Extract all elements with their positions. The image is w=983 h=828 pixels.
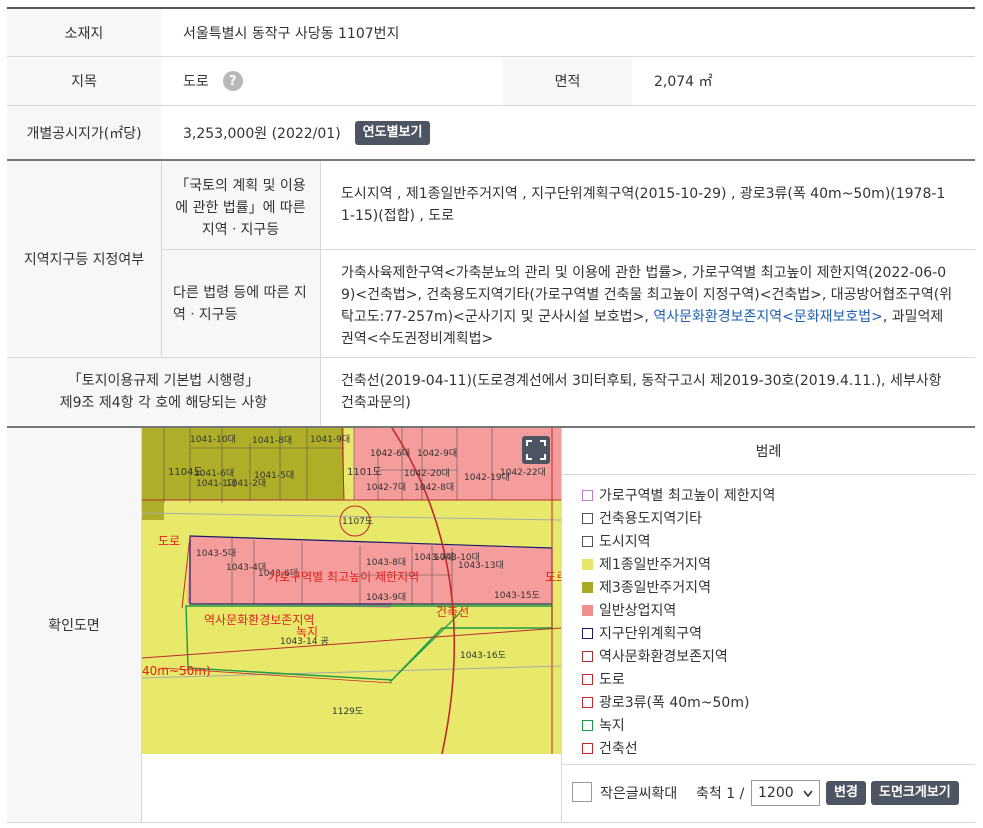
legend-item: 지구단위계획구역 [582, 623, 702, 643]
small-text-label: 작은글씨확대 [600, 786, 678, 802]
map-road-label: 도로 [158, 534, 181, 548]
map-parcel-label: 1041-8대 [252, 436, 293, 446]
regulation-label: 「토지이용규제 기본법 시행령」 제9조 제4항 각 호에 해당되는 사항 [7, 358, 320, 426]
map-height-limit-label: 가로구역별 최고높이 제한지역 [268, 570, 420, 584]
location-label: 소재지 [7, 9, 161, 56]
land-category-label: 지목 [7, 57, 161, 105]
regulation-value: 건축선(2019-04-11)(도로경계선에서 3미터후퇴, 동작구고시 제20… [341, 373, 942, 411]
legend-item: 도시지역 [582, 531, 651, 551]
location-value: 서울특별시 동작구 사당동 1107번지 [183, 25, 400, 42]
map-parcel-label: 1041-10대 [190, 435, 236, 445]
legend-item: 제1종일반주거지역 [582, 554, 711, 574]
land-category-value: 도로 ? [161, 57, 503, 105]
land-map[interactable]: 1041-10대 1041-9대 1041-8대 1041-6대 1041-5대… [142, 428, 561, 754]
other-law-label: 다른 법령 등에 따른 지역ㆍ지구등 [161, 250, 320, 357]
yearly-view-button[interactable]: 연도별보기 [354, 120, 431, 145]
map-road-width-label: 40m~50m) [142, 664, 211, 678]
price-label: 개별공시지가(㎡당) [7, 106, 161, 159]
legend-item: 녹지 [582, 715, 625, 735]
map-parcel-label: 1042-20대 [404, 469, 450, 479]
change-scale-button[interactable]: 변경 [826, 781, 866, 805]
map-parcel-label: 1041-2대 [226, 479, 267, 489]
map-parcel-label: 1042-8대 [414, 483, 455, 493]
map-parcel-label: 1043-8대 [366, 558, 407, 568]
map-parcel-label: 1042-9대 [417, 449, 458, 459]
legend-title: 범례 [755, 444, 782, 460]
zoning-label: 지역지구등 지정여부 [7, 161, 161, 357]
chevron-down-icon [803, 790, 813, 798]
legend-item: 건축선 [582, 738, 638, 758]
map-parcel-label: 1101도 [347, 467, 382, 478]
legend-item: 도로 [582, 669, 625, 689]
small-text-checkbox[interactable] [572, 782, 592, 802]
map-parcel-label: 1107도 [342, 517, 374, 527]
enlarge-map-button[interactable]: 도면크게보기 [871, 781, 959, 805]
national-law-value: 도시지역 , 제1종일반주거지역 , 지구단위계획구역(2015-10-29) … [341, 186, 946, 224]
map-parcel-label: 1043-15도 [494, 591, 540, 601]
map-parcel-label: 1043-5대 [196, 549, 237, 559]
legend-item: 일반상업지역 [582, 600, 676, 620]
legend-item: 제3종일반주거지역 [582, 577, 711, 597]
legend-item: 건축용도지역기타 [582, 508, 702, 528]
map-parcel-label: 1043-10대 [434, 553, 480, 563]
expand-icon [526, 440, 546, 460]
scale-label: 축척 1 / [696, 786, 745, 802]
heritage-link[interactable]: 역사문화환경보존지역<문화재보호법> [653, 309, 883, 325]
area-label: 면적 [503, 57, 632, 105]
map-green-label: 녹지 [296, 625, 319, 639]
help-icon[interactable]: ? [222, 71, 243, 91]
legend-item: 역사문화환경보존지역 [582, 646, 728, 666]
scale-select[interactable]: 1200 [751, 780, 820, 806]
map-parcel-label: 1042-19대 [464, 473, 510, 483]
map-parcel-label: 1129도 [332, 707, 364, 717]
area-value: 2,074 ㎡ [654, 74, 713, 90]
price-value: 3,253,000원 (2022/01) 연도별보기 [161, 106, 975, 159]
map-parcel-label: 1041-9대 [310, 435, 351, 445]
map-building-line-label: 건축선 [436, 605, 470, 619]
map-parcel-label: 1043-16도 [460, 651, 506, 661]
map-parcel-label: 1042-7대 [366, 483, 407, 493]
map-road-label-right: 도로 [545, 570, 561, 584]
legend-item: 가로구역별 최고높이 제한지역 [582, 485, 775, 505]
legend-item: 광로3류(폭 40m~50m) [582, 692, 749, 712]
map-parcel-label: 1043-9대 [366, 593, 407, 603]
map-parcel-label: 1043-4대 [226, 563, 267, 573]
fullscreen-button[interactable] [522, 436, 550, 464]
map-label: 확인도면 [7, 428, 141, 822]
national-law-label: 「국토의 계획 및 이용에 관한 법률」에 따른 지역ㆍ지구등 [161, 161, 320, 249]
other-law-value: 가축사육제한구역<가축분뇨의 관리 및 이용에 관한 법률>, 가로구역별 최고… [341, 265, 953, 347]
map-parcel-label: 1042-6대 [370, 449, 411, 459]
